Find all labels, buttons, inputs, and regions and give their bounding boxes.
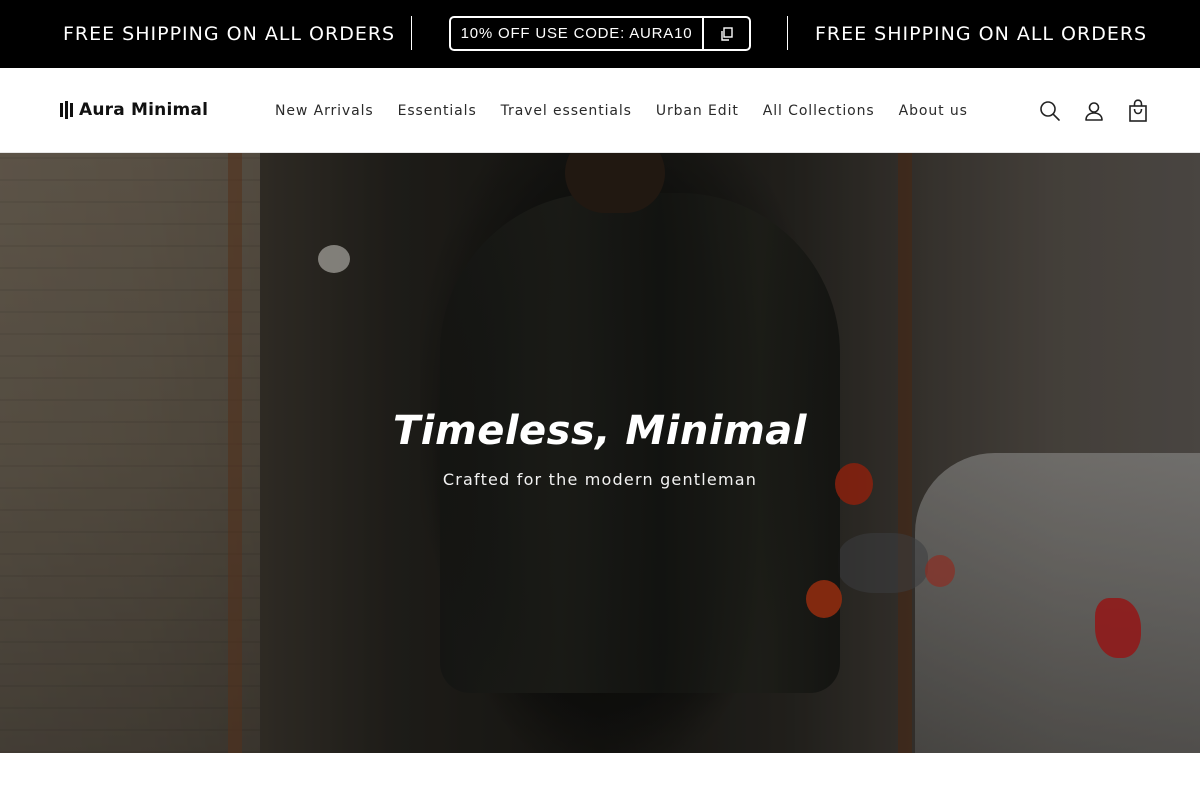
logo-text: Aura Minimal [79,100,209,120]
announcement-divider [787,16,788,50]
hero-title: Timeless, Minimal [393,408,807,454]
nav-item-urban-edit[interactable]: Urban Edit [656,103,739,119]
account-icon [1085,101,1103,121]
main-nav: New Arrivals Essentials Travel essential… [275,68,992,153]
nav-item-essentials[interactable]: Essentials [398,103,477,119]
announcement-divider [411,16,412,50]
logo-mark-icon [60,101,73,119]
search-button[interactable] [1028,89,1072,133]
nav-item-all-collections[interactable]: All Collections [763,103,875,119]
promo-code-box: 10% OFF USE CODE: AURA10 [449,16,751,51]
header-icons [1028,68,1160,153]
copy-icon [720,26,733,41]
promo-code-text: 10% OFF USE CODE: AURA10 [451,18,704,49]
nav-item-travel-essentials[interactable]: Travel essentials [501,103,632,119]
nav-item-new-arrivals[interactable]: New Arrivals [275,103,374,119]
copy-code-button[interactable] [704,18,749,49]
logo[interactable]: Aura Minimal [60,99,208,121]
free-shipping-text: FREE SHIPPING ON ALL ORDERS [63,23,396,45]
hero-subtitle: Crafted for the modern gentleman [442,470,758,489]
announcement-bar: FREE SHIPPING ON ALL ORDERS 10% OFF USE … [0,0,1200,68]
cart-button[interactable] [1116,89,1160,133]
hero-banner[interactable]: Timeless, Minimal Crafted for the modern… [0,153,1200,753]
account-button[interactable] [1072,89,1116,133]
site-header: Aura Minimal New Arrivals Essentials Tra… [0,68,1200,153]
search-icon [1040,100,1060,121]
nav-item-about-us[interactable]: About us [899,103,968,119]
cart-icon [1129,98,1147,122]
free-shipping-text: FREE SHIPPING ON ALL ORDERS [815,23,1148,45]
